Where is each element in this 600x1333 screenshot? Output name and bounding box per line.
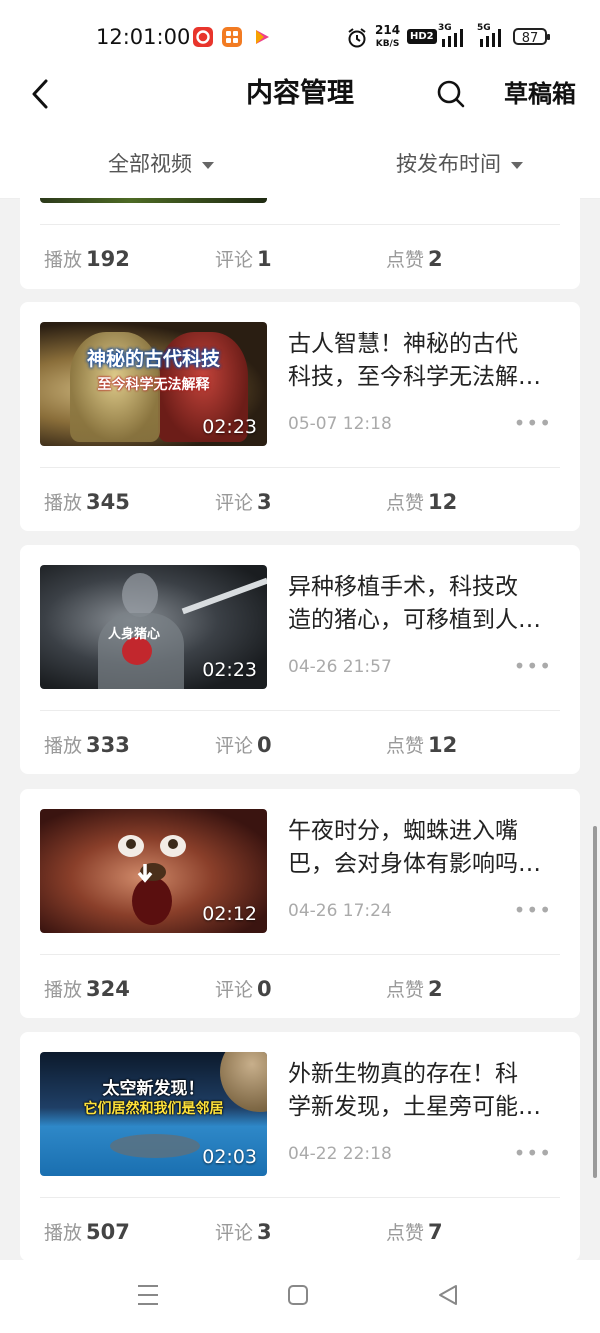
comments-stat: 评论 0	[215, 733, 272, 757]
card-divider	[40, 954, 560, 955]
menu-icon[interactable]	[136, 1282, 160, 1312]
down-arrow-icon	[136, 863, 154, 889]
signal-5g-icon: 5G	[474, 23, 506, 53]
hd-badge: HD2	[407, 29, 437, 44]
plays-stat: 播放 333	[44, 733, 130, 757]
caret-down-icon	[511, 161, 523, 169]
plays-stat: 播放 192	[44, 247, 130, 271]
video-thumbnail[interactable]: 神秘的古代科技 至今科学无法解释 02:23	[40, 322, 267, 446]
video-title[interactable]: 古人智慧！神秘的古代 科技，至今科学无法解…	[288, 328, 560, 394]
thumb-caption: 太空新发现！	[102, 1079, 205, 1099]
net-speed: 214 KB/S	[375, 23, 401, 49]
video-thumbnail[interactable]	[40, 198, 267, 203]
video-thumbnail[interactable]: 02:12	[40, 809, 267, 933]
more-icon[interactable]: •••	[514, 413, 552, 433]
app-play-icon	[252, 27, 272, 47]
category-filter-label: 全部视频	[108, 152, 192, 176]
likes-stat: 点赞 12	[386, 490, 458, 514]
card-divider	[40, 710, 560, 711]
video-card[interactable]: 播放 192 评论 1 点赞 2	[20, 198, 580, 289]
more-icon[interactable]: •••	[514, 900, 552, 920]
video-duration: 02:12	[202, 903, 257, 925]
video-thumbnail[interactable]: 人身猪心 02:23	[40, 565, 267, 689]
signal-icon: 3G	[438, 23, 466, 53]
caret-down-icon	[202, 161, 214, 169]
likes-stat: 点赞 2	[386, 247, 443, 271]
publish-date: 04-26 21:57	[288, 657, 392, 677]
video-card[interactable]: 人身猪心 02:23 异种移植手术，科技改 造的猪心，可移植到人… 04-26 …	[20, 545, 580, 774]
title-bar: 内容管理 草稿箱	[0, 76, 600, 136]
battery-icon: 87	[513, 28, 550, 46]
alarm-icon	[347, 27, 367, 53]
video-title[interactable]: 异种移植手术，科技改 造的猪心，可移植到人…	[288, 571, 560, 637]
video-title[interactable]: 外新生物真的存在！科 学新发现，土星旁可能…	[288, 1058, 560, 1124]
sort-filter[interactable]: 按发布时间	[396, 150, 523, 178]
search-icon[interactable]	[436, 76, 466, 112]
sort-filter-label: 按发布时间	[396, 152, 501, 176]
video-duration: 02:23	[202, 416, 257, 438]
comments-stat: 评论 3	[215, 1220, 272, 1244]
video-thumbnail[interactable]: 太空新发现！ 它们居然和我们是邻居 02:03	[40, 1052, 267, 1176]
publish-date: 04-26 17:24	[288, 901, 392, 921]
comments-stat: 评论 0	[215, 977, 272, 1001]
likes-stat: 点赞 7	[386, 1220, 443, 1244]
publish-date: 04-22 22:18	[288, 1144, 392, 1164]
app-orange-icon	[222, 27, 242, 47]
system-nav-bar	[0, 1260, 600, 1333]
video-card[interactable]: 02:12 午夜时分，蜘蛛进入嘴 巴，会对身体有影响吗… 04-26 17:24…	[20, 789, 580, 1018]
likes-stat: 点赞 12	[386, 733, 458, 757]
video-duration: 02:23	[202, 659, 257, 681]
status-bar: 12:01:00 214 KB/S HD2 3G 5G 87	[0, 0, 600, 76]
back-triangle-icon[interactable]	[436, 1282, 460, 1312]
video-title[interactable]: 午夜时分，蜘蛛进入嘴 巴，会对身体有影响吗…	[288, 815, 560, 881]
filter-bar: 全部视频 按发布时间	[0, 136, 600, 199]
app-red-icon	[193, 27, 213, 47]
video-card[interactable]: 太空新发现！ 它们居然和我们是邻居 02:03 外新生物真的存在！科 学新发现，…	[20, 1032, 580, 1260]
card-divider	[40, 1197, 560, 1198]
video-list: 播放 192 评论 1 点赞 2 神秘的古代科技 至今科学无法解释 02:23 古人智…	[0, 198, 600, 1260]
category-filter[interactable]: 全部视频	[108, 150, 214, 178]
thumb-caption: 人身猪心	[108, 627, 161, 642]
scrollbar[interactable]	[593, 826, 597, 1178]
thumb-caption-sub: 它们居然和我们是邻居	[83, 1101, 224, 1117]
comments-stat: 评论 1	[215, 247, 272, 271]
publish-date: 05-07 12:18	[288, 414, 392, 434]
likes-stat: 点赞 2	[386, 977, 443, 1001]
thumb-caption-sub: 至今科学无法解释	[97, 377, 210, 393]
video-card[interactable]: 神秘的古代科技 至今科学无法解释 02:23 古人智慧！神秘的古代 科技，至今科…	[20, 302, 580, 531]
video-duration: 02:03	[202, 1146, 257, 1168]
comments-stat: 评论 3	[215, 490, 272, 514]
more-icon[interactable]: •••	[514, 1143, 552, 1163]
plays-stat: 播放 345	[44, 490, 130, 514]
card-divider	[40, 467, 560, 468]
home-square-icon[interactable]	[286, 1282, 310, 1312]
drafts-button[interactable]: 草稿箱	[504, 76, 576, 112]
card-divider	[40, 224, 560, 225]
thumb-caption: 神秘的古代科技	[86, 348, 220, 370]
plays-stat: 播放 324	[44, 977, 130, 1001]
status-time: 12:01:00	[96, 25, 191, 49]
plays-stat: 播放 507	[44, 1220, 130, 1244]
more-icon[interactable]: •••	[514, 656, 552, 676]
